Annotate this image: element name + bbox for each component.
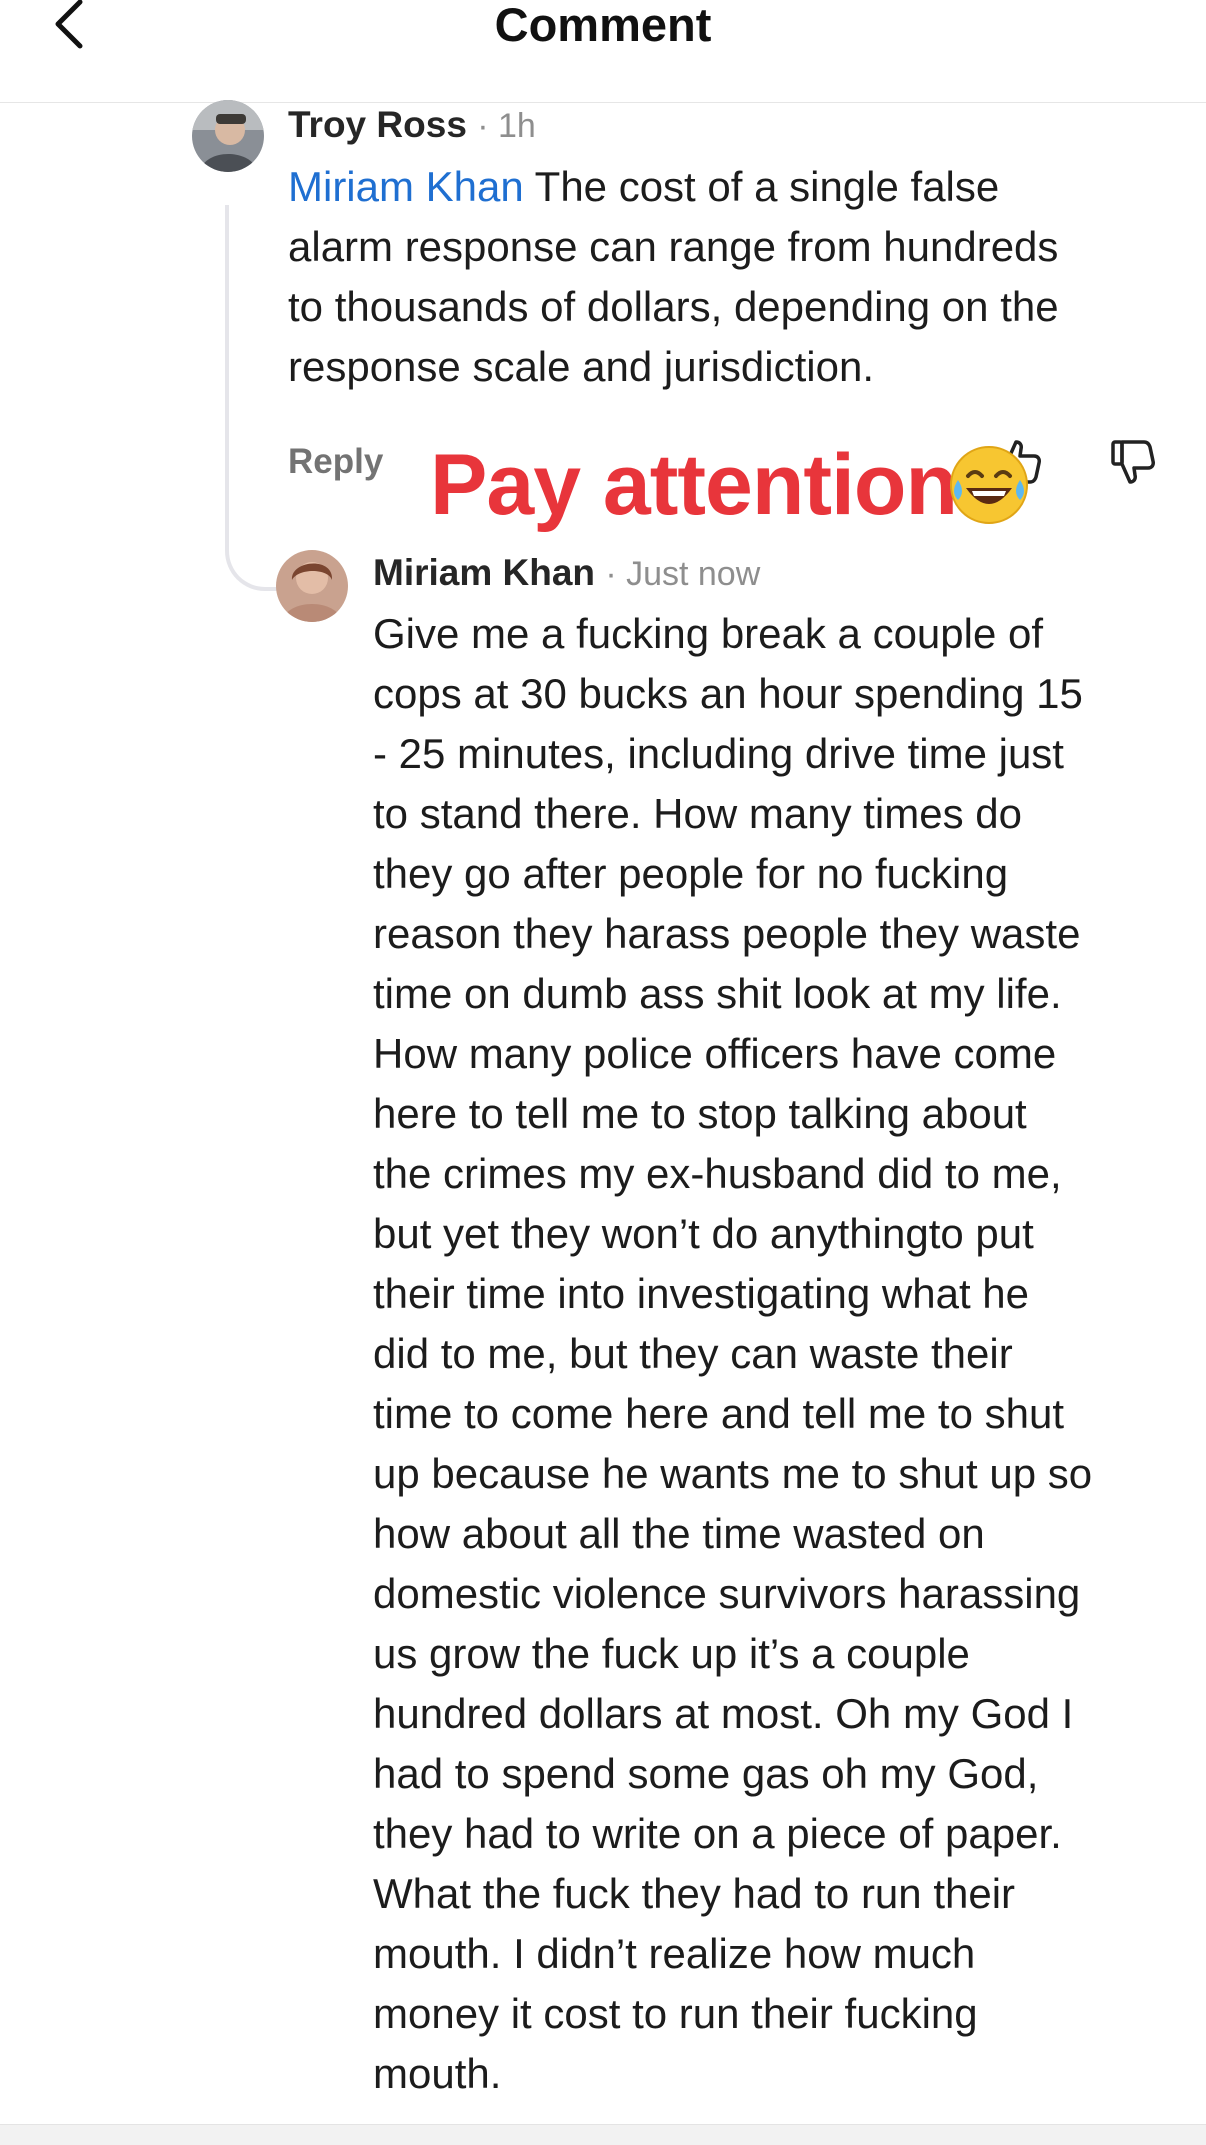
comment-line: mouth. xyxy=(373,2050,502,2097)
comment-header-troy: Troy Ross · 1h xyxy=(288,102,536,149)
comment-line: money it cost to run their fucking xyxy=(373,1990,978,2037)
comment-line: Miriam Khan The cost of a single false xyxy=(288,157,1168,217)
comment-line: alarm response can range from hundreds xyxy=(288,223,1059,270)
thumbs-down-icon[interactable] xyxy=(1108,436,1160,488)
comment-line: here to tell me to stop talking about xyxy=(373,1090,1027,1137)
comment-line: What the fuck they had to run their xyxy=(373,1870,1016,1917)
comment-line: up because he wants me to shut up so xyxy=(373,1450,1093,1497)
top-bar: Comment xyxy=(0,0,1206,103)
avatar-troy-ross[interactable] xyxy=(192,100,264,172)
laughing-tears-emoji-icon xyxy=(944,440,1034,530)
comment-line: response scale and jurisdiction. xyxy=(288,343,874,390)
overlay-caption: Pay attention xyxy=(430,437,958,533)
reply-button[interactable]: Reply xyxy=(288,440,383,484)
author-name[interactable]: Miriam Khan xyxy=(373,552,595,593)
comment-line: how about all the time wasted on xyxy=(373,1510,985,1557)
page-title: Comment xyxy=(494,0,712,51)
mention-link[interactable]: Miriam Khan xyxy=(288,163,524,210)
comment-line: us grow the fuck up it’s a couple xyxy=(373,1630,970,1677)
bottom-bar xyxy=(0,2124,1206,2145)
comment-line: to stand there. How many times do xyxy=(373,790,1022,837)
comment-line: they go after people for no fucking xyxy=(373,850,1009,897)
comment-line: had to spend some gas oh my God, xyxy=(373,1750,1039,1797)
timestamp: · Just now xyxy=(605,555,761,593)
comment-line: reason they harass people they waste xyxy=(373,910,1081,957)
comment-line: mouth. I didn’t realize how much xyxy=(373,1930,976,1977)
comment-line: time on dumb ass shit look at my life. xyxy=(373,970,1062,1017)
comment-line: Give me a fucking break a couple of xyxy=(373,610,1044,657)
comment-line: the crimes my ex-husband did to me, xyxy=(373,1150,1062,1197)
comment-header-miriam: Miriam Khan · Just now xyxy=(373,550,760,597)
timestamp: · 1h xyxy=(477,107,536,145)
comment-line-text: The cost of a single false xyxy=(523,163,1000,210)
comment-line: domestic violence survivors harassing xyxy=(373,1570,1081,1617)
comment-line: did to me, but they can waste their xyxy=(373,1330,1013,1377)
comment-text-troy: Miriam Khan The cost of a single false a… xyxy=(288,157,1168,397)
comment-line: hundred dollars at most. Oh my God I xyxy=(373,1690,1074,1737)
comment-line: time to come here and tell me to shut xyxy=(373,1390,1065,1437)
comment-line: - 25 minutes, including drive time just xyxy=(373,730,1064,777)
comment-line: cops at 30 bucks an hour spending 15 xyxy=(373,670,1083,717)
thread-connector xyxy=(225,205,277,591)
comment-line: to thousands of dollars, depending on th… xyxy=(288,283,1059,330)
comment-line: they had to write on a piece of paper. xyxy=(373,1810,1062,1857)
comment-line: but yet they won’t do anythingto put xyxy=(373,1210,1034,1257)
comment-text-miriam: Give me a fucking break a couple of cops… xyxy=(373,604,1173,2104)
author-name[interactable]: Troy Ross xyxy=(288,104,467,145)
avatar-miriam-khan[interactable] xyxy=(276,550,348,622)
comment-line: How many police officers have come xyxy=(373,1030,1057,1077)
comment-line: their time into investigating what he xyxy=(373,1270,1030,1317)
